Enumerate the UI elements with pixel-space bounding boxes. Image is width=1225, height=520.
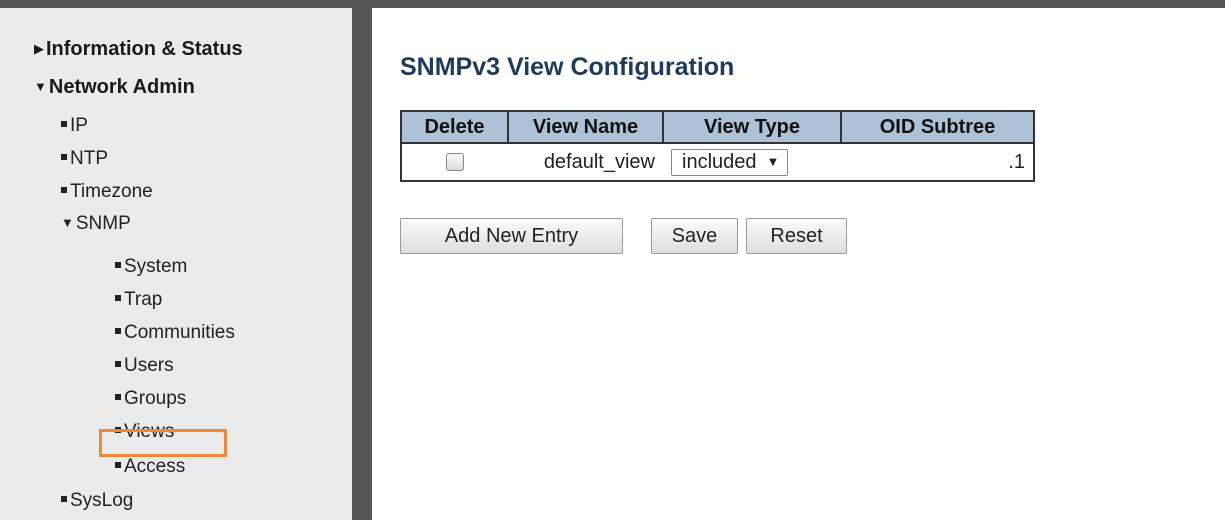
view-config-table: Delete View Name View Type OID Subtree d…	[400, 110, 1035, 182]
view-name-cell: default_view	[508, 142, 663, 182]
table-row: default_view included ▼ .1	[400, 142, 1035, 182]
column-header-view-type: View Type	[662, 110, 842, 144]
triangle-right-icon: ▶	[34, 41, 44, 56]
sidebar-item-ip[interactable]: IP	[61, 115, 88, 137]
views-highlight-box	[99, 429, 227, 457]
sidebar-item-label: System	[124, 256, 188, 277]
triangle-down-icon: ▼	[34, 79, 47, 94]
save-button[interactable]: Save	[651, 218, 738, 254]
bullet-icon	[115, 295, 121, 301]
add-new-entry-button[interactable]: Add New Entry	[400, 218, 623, 254]
column-header-view-name: View Name	[507, 110, 664, 144]
sidebar-item-timezone[interactable]: Timezone	[61, 181, 153, 203]
view-type-value: included	[682, 150, 757, 173]
column-header-oid-subtree: OID Subtree	[840, 110, 1035, 144]
oid-subtree-cell: .1	[841, 142, 1035, 182]
delete-cell	[400, 142, 508, 182]
chevron-down-icon: ▼	[766, 153, 780, 169]
sidebar-item-access[interactable]: Access	[115, 456, 185, 478]
sidebar-item-label: Trap	[124, 289, 163, 310]
triangle-down-icon: ▼	[61, 215, 74, 230]
sidebar-item-label: Users	[124, 355, 174, 376]
sidebar-item-ntp[interactable]: NTP	[61, 148, 108, 170]
sidebar-divider	[352, 8, 372, 520]
sidebar-item-users[interactable]: Users	[115, 355, 174, 377]
reset-button[interactable]: Reset	[746, 218, 847, 254]
sidebar-item-system[interactable]: System	[115, 256, 187, 278]
sidebar-item-label: Communities	[124, 322, 235, 343]
bullet-icon	[115, 361, 121, 367]
sidebar-item-label: SysLog	[70, 490, 134, 511]
bullet-icon	[61, 187, 67, 193]
sidebar-item-snmp[interactable]: ▼ SNMP	[61, 213, 131, 235]
sidebar-nav: ▶ Information & Status ▼ Network Admin IP …	[0, 8, 352, 520]
sidebar-group-label: Information & Status	[46, 38, 243, 60]
delete-checkbox[interactable]	[446, 153, 464, 172]
view-type-cell: included ▼	[663, 142, 841, 182]
sidebar-group-information-status[interactable]: ▶ Information & Status	[34, 38, 243, 61]
top-bar	[0, 0, 1225, 8]
sidebar-item-groups[interactable]: Groups	[115, 388, 186, 410]
table-header-row: Delete View Name View Type OID Subtree	[400, 110, 1035, 144]
sidebar-item-label: SNMP	[75, 213, 131, 234]
page-title: SNMPv3 View Configuration	[400, 53, 735, 81]
column-header-delete: Delete	[400, 110, 509, 144]
bullet-icon	[115, 462, 121, 468]
bullet-icon	[115, 394, 121, 400]
sidebar-group-network-admin[interactable]: ▼ Network Admin	[34, 76, 195, 99]
sidebar-item-label: Access	[124, 456, 186, 477]
sidebar-item-communities[interactable]: Communities	[115, 322, 235, 344]
sidebar-item-label: IP	[70, 115, 88, 136]
view-type-select[interactable]: included ▼	[671, 148, 789, 176]
sidebar-group-label: Network Admin	[48, 76, 195, 98]
bullet-icon	[61, 496, 67, 502]
sidebar-item-label: Timezone	[70, 181, 153, 202]
bullet-icon	[115, 328, 121, 334]
sidebar-item-label: NTP	[70, 148, 108, 169]
bullet-icon	[115, 262, 121, 268]
sidebar-item-syslog[interactable]: SysLog	[61, 490, 133, 512]
sidebar-item-label: Groups	[124, 388, 187, 409]
sidebar-item-trap[interactable]: Trap	[115, 289, 162, 311]
bullet-icon	[61, 154, 67, 160]
bullet-icon	[61, 121, 67, 127]
